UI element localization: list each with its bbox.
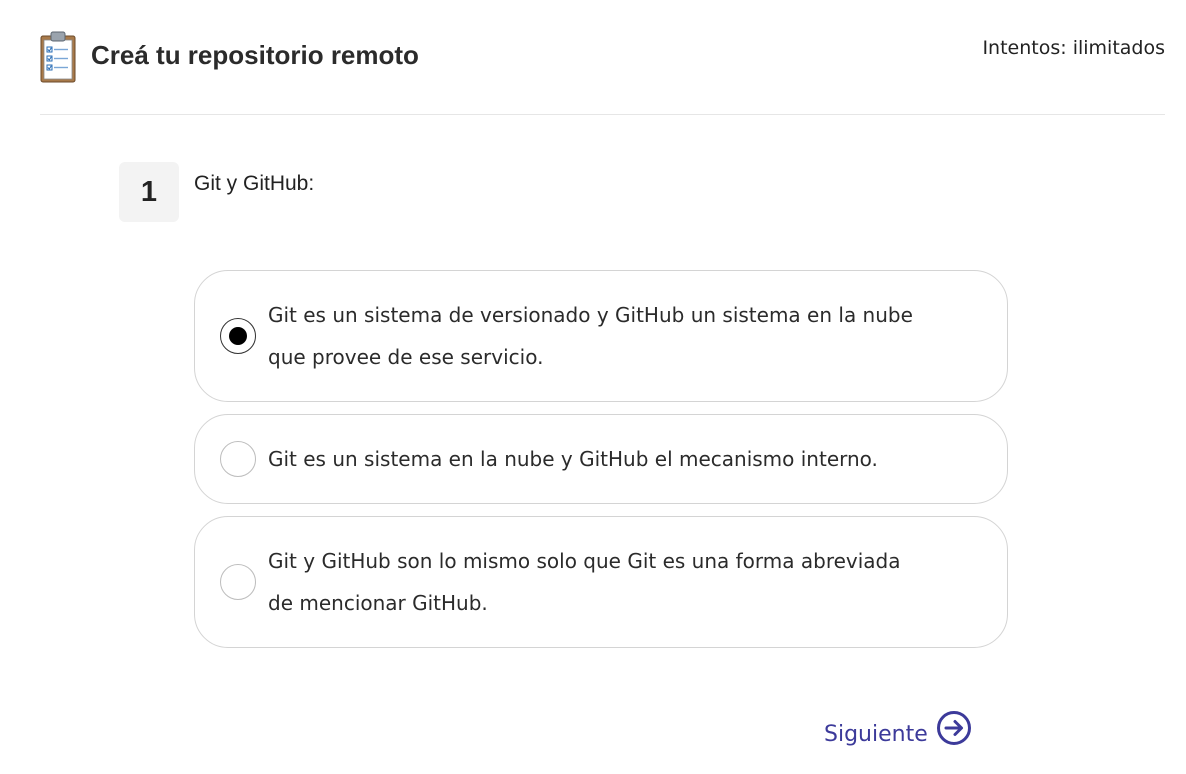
next-button[interactable]: Siguiente: [824, 708, 972, 747]
page-title: Creá tu repositorio remoto: [91, 40, 419, 70]
question-number: 1: [119, 162, 179, 222]
quiz-header: Creá tu repositorio remoto Intentos: ili…: [40, 0, 1165, 115]
radio-button-selected[interactable]: [220, 318, 256, 354]
answer-option-label: Git y GitHub son lo mismo solo que Git e…: [268, 549, 901, 615]
quiz-page: Creá tu repositorio remoto Intentos: ili…: [0, 0, 1186, 774]
answer-option-label: Git es un sistema de versionado y GitHub…: [268, 303, 913, 369]
radio-button[interactable]: [220, 441, 256, 477]
attempts-counter: Intentos: ilimitados: [982, 37, 1165, 59]
answer-option-3[interactable]: Git y GitHub son lo mismo solo que Git e…: [194, 516, 1008, 648]
answer-option-1[interactable]: Git es un sistema de versionado y GitHub…: [194, 270, 1008, 402]
next-button-label: Siguiente: [824, 722, 928, 747]
answer-option-2[interactable]: Git es un sistema en la nube y GitHub el…: [194, 414, 1008, 504]
question-text: Git y GitHub:: [194, 172, 315, 195]
clipboard-checklist-icon: [40, 31, 76, 83]
arrow-right-circle-icon: [936, 710, 971, 745]
answer-option-label: Git es un sistema en la nube y GitHub el…: [268, 447, 878, 471]
radio-button[interactable]: [220, 564, 256, 600]
